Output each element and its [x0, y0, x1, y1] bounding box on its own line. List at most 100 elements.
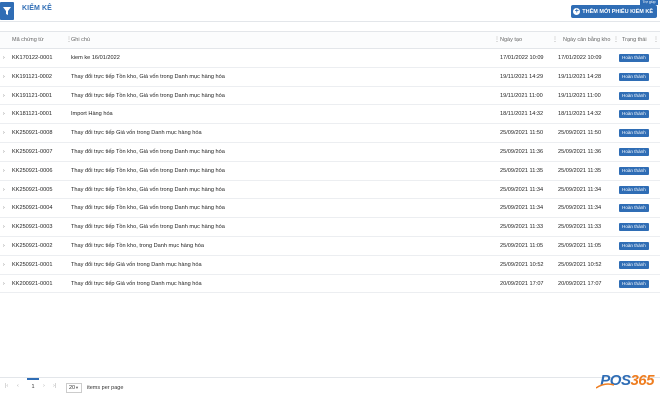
cell-created: 19/11/2021 11:00 [500, 92, 543, 99]
grid-header: Mã chứng từ ⋮ Ghi chú ⋮ Ngày tạo ⋮ Ngày … [0, 31, 660, 49]
table-row[interactable]: › KK200921-0001 Thay đổi trực tiếp Giá v… [0, 275, 660, 294]
column-menu-icon[interactable]: ⋮ [613, 36, 619, 45]
status-badge: Hoàn thành [619, 147, 649, 156]
table-row[interactable]: › KK250921-0003 Thay đổi trực tiếp Tồn k… [0, 218, 660, 237]
expand-row-icon[interactable]: › [3, 87, 5, 105]
column-menu-icon[interactable]: ⋮ [494, 36, 500, 45]
next-page-icon[interactable]: › [43, 383, 45, 389]
table-row[interactable]: › KK250921-0005 Thay đổi trực tiếp Tồn k… [0, 181, 660, 200]
cell-code: KK250921-0002 [12, 242, 53, 249]
expand-row-icon[interactable]: › [3, 105, 5, 123]
cell-balanced: 19/11/2021 11:00 [558, 92, 601, 99]
cell-code: KK170122-0001 [12, 55, 53, 61]
table-row[interactable]: › KK250921-0008 Thay đổi trực tiếp Giá v… [0, 124, 660, 143]
first-page-icon[interactable]: |‹ [5, 383, 8, 389]
cell-code: KK250921-0004 [12, 205, 53, 212]
expand-row-icon[interactable]: › [3, 181, 5, 199]
expand-row-icon[interactable]: › [3, 199, 5, 217]
status-badge: Hoàn thành [619, 241, 649, 250]
stocktake-grid: Mã chứng từ ⋮ Ghi chú ⋮ Ngày tạo ⋮ Ngày … [0, 31, 660, 294]
table-row[interactable]: › KK250921-0002 Thay đổi trực tiếp Tồn k… [0, 237, 660, 256]
expand-row-icon[interactable]: › [3, 256, 5, 274]
cell-code: KK250921-0003 [12, 224, 53, 231]
status-badge: Hoàn thành [619, 223, 649, 232]
cell-code: KK250921-0005 [12, 186, 53, 193]
cell-note: Thay đổi trực tiếp Tồn kho, Giá vốn tron… [71, 224, 225, 231]
cell-created: 18/11/2021 14:32 [500, 111, 544, 118]
expand-row-icon[interactable]: › [3, 143, 5, 161]
column-menu-icon[interactable]: ⋮ [66, 36, 72, 45]
top-bar: KIỂM KÊ Trợ giúp + THÊM MỚI PHIẾU KIỂM K… [0, 0, 660, 22]
cell-code: KK250921-0008 [12, 130, 53, 137]
cell-created: 25/09/2021 11:50 [500, 130, 544, 137]
table-row[interactable]: › KK191121-0002 Thay đổi trực tiếp Tồn k… [0, 68, 660, 87]
table-row[interactable]: › KK250921-0004 Thay đổi trực tiếp Tồn k… [0, 199, 660, 219]
cell-code: KK200921-0001 [12, 280, 53, 287]
status-badge: Hoàn thành [619, 91, 649, 100]
cell-note: Thay đổi trực tiếp Tồn kho, trong Danh m… [71, 242, 204, 249]
cell-code: KK250921-0006 [12, 167, 53, 174]
cell-note: Import Hàng hóa [71, 111, 113, 118]
add-stocktake-button[interactable]: + THÊM MỚI PHIẾU KIỂM KÊ [571, 5, 657, 18]
cell-balanced: 20/09/2021 17:07 [558, 280, 602, 287]
table-row[interactable]: › KK250921-0007 Thay đổi trực tiếp Tồn k… [0, 143, 660, 162]
cell-balanced: 25/09/2021 11:34 [558, 186, 602, 193]
status-badge: Hoàn thành [619, 204, 649, 213]
page-title: KIỂM KÊ [22, 5, 52, 12]
column-header-status[interactable]: Trạng thái [622, 32, 647, 49]
cell-note: Thay đổi trực tiếp Tồn kho, Giá vốn tron… [71, 92, 225, 99]
table-row[interactable]: › KK170122-0001 kiem ke 16/01/2022 17/01… [0, 49, 660, 68]
expand-row-icon[interactable]: › [3, 162, 5, 180]
cell-created: 17/01/2022 10:09 [500, 55, 544, 61]
cell-code: KK191121-0002 [12, 73, 53, 80]
cell-balanced: 25/09/2021 11:36 [558, 148, 602, 155]
expand-row-icon[interactable]: › [3, 218, 5, 236]
logo-swoosh-icon [596, 383, 615, 389]
cell-created: 25/09/2021 11:34 [500, 205, 544, 212]
cell-balanced: 25/09/2021 11:35 [558, 167, 602, 174]
cell-created: 25/09/2021 11:36 [500, 148, 544, 155]
cell-note: Thay đổi trực tiếp Giá vốn trong Danh mụ… [71, 280, 202, 287]
table-row[interactable]: › KK250921-0006 Thay đổi trực tiếp Tồn k… [0, 162, 660, 181]
filter-toggle-button[interactable] [0, 2, 14, 20]
status-badge: Hoàn thành [619, 185, 649, 194]
cell-balanced: 25/09/2021 11:34 [558, 205, 602, 212]
per-page-select[interactable]: 20 ▼ [66, 383, 82, 393]
status-badge: Hoàn thành [619, 166, 649, 175]
cell-balanced: 25/09/2021 10:52 [558, 261, 602, 268]
cell-created: 25/09/2021 11:33 [500, 224, 544, 231]
pagination-bar: |‹ ‹ 1 › ›| 20 ▼ items per page [0, 377, 660, 397]
cell-note: Thay đổi trực tiếp Giá vốn trong Danh mụ… [71, 261, 202, 268]
expand-row-icon[interactable]: › [3, 237, 5, 255]
current-page[interactable]: 1 [27, 378, 39, 397]
status-badge: Hoàn thành [619, 54, 649, 62]
cell-balanced: 18/11/2021 14:32 [558, 111, 602, 118]
status-badge: Hoàn thành [619, 110, 649, 119]
cell-balanced: 25/09/2021 11:05 [558, 242, 602, 249]
cell-balanced: 25/09/2021 11:50 [558, 130, 602, 137]
expand-row-icon[interactable]: › [3, 124, 5, 142]
table-row[interactable]: › KK191121-0001 Thay đổi trực tiếp Tồn k… [0, 87, 660, 106]
column-menu-icon[interactable]: ⋮ [552, 36, 558, 45]
filter-icon [3, 7, 11, 15]
cell-code: KK181121-0001 [12, 111, 53, 118]
cell-code: KK250921-0001 [12, 261, 53, 268]
cell-note: kiem ke 16/01/2022 [71, 55, 120, 61]
expand-row-icon[interactable]: › [3, 275, 5, 293]
cell-note: Thay đổi trực tiếp Giá vốn trong Danh mụ… [71, 130, 202, 137]
column-header-created[interactable]: Ngày tạo [500, 32, 555, 49]
cell-code: KK191121-0001 [12, 92, 53, 99]
last-page-icon[interactable]: ›| [53, 383, 56, 389]
status-badge: Hoàn thành [619, 72, 649, 81]
table-row[interactable]: › KK250921-0001 Thay đổi trực tiếp Giá v… [0, 256, 660, 275]
column-menu-icon[interactable]: ⋮ [653, 36, 659, 45]
column-header-note[interactable]: Ghi chú [71, 32, 491, 49]
expand-row-icon[interactable]: › [3, 49, 5, 67]
cell-created: 25/09/2021 10:52 [500, 261, 544, 268]
column-header-code[interactable]: Mã chứng từ [12, 32, 72, 49]
expand-row-icon[interactable]: › [3, 68, 5, 86]
prev-page-icon[interactable]: ‹ [17, 383, 19, 389]
column-header-balanced[interactable]: Ngày cân bằng kho [563, 32, 610, 49]
status-badge: Hoàn thành [619, 279, 649, 288]
table-row[interactable]: › KK181121-0001 Import Hàng hóa 18/11/20… [0, 105, 660, 125]
